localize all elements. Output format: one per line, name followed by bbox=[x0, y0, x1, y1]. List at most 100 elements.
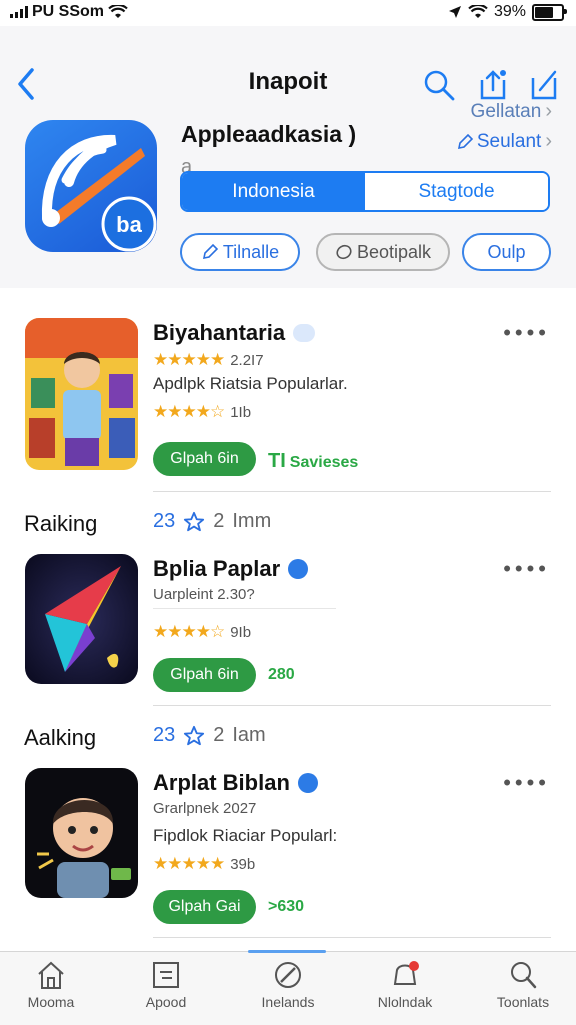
price-tag: 280 bbox=[268, 666, 295, 683]
placeholder-line bbox=[153, 608, 336, 609]
item-subtitle: Grarlpnek 2027 bbox=[153, 800, 257, 817]
divider bbox=[153, 491, 551, 492]
more-icon[interactable]: •••• bbox=[503, 556, 550, 582]
segment-stagtode[interactable]: Stagtode bbox=[365, 173, 548, 210]
game-thumbnail bbox=[25, 554, 138, 684]
star-outline-icon bbox=[184, 511, 205, 531]
stars-glyphs: ★★★★★ bbox=[153, 350, 225, 369]
game-thumbnail bbox=[25, 318, 138, 470]
tab-apood[interactable]: Apood bbox=[118, 960, 214, 1010]
app-header: Inapoit ba Appleaadkasia ) a Gellatan › … bbox=[0, 26, 576, 288]
segment-indonesia[interactable]: Indonesia bbox=[182, 173, 365, 210]
services-tag: TI Savieses bbox=[268, 450, 358, 473]
rank-unit: Imm bbox=[232, 510, 272, 532]
divider bbox=[153, 937, 551, 938]
get-button[interactable]: Glpah 6in bbox=[153, 658, 256, 692]
signal-icon bbox=[10, 6, 28, 18]
tab-label: Nlolndak bbox=[377, 994, 433, 1010]
tab-label: Mooma bbox=[27, 994, 75, 1010]
rank-value: 2 bbox=[213, 724, 225, 746]
gellatan-link[interactable]: Gellatan › bbox=[471, 100, 552, 123]
battery-icon bbox=[532, 3, 567, 21]
compass-icon bbox=[275, 962, 301, 988]
ranking-meta: 23 2 Imm bbox=[153, 510, 271, 533]
item-title-text: Biyahantaria bbox=[153, 320, 286, 345]
location-icon bbox=[448, 6, 461, 18]
svg-text:ba: ba bbox=[116, 212, 142, 237]
wifi-icon bbox=[468, 5, 488, 18]
tab-inelands[interactable]: Inelands bbox=[240, 960, 336, 1010]
rating-stars: ★★★★☆ 9Ib bbox=[153, 622, 251, 642]
share-icon[interactable] bbox=[476, 68, 510, 102]
get-button[interactable]: Glpah Gai bbox=[153, 890, 256, 924]
app-name: Appleaadkasia ) bbox=[181, 121, 357, 147]
tag-icon: TI bbox=[268, 450, 286, 472]
item-title: Arplat Biblan bbox=[153, 770, 318, 796]
item-title-text: Arplat Biblan bbox=[153, 770, 290, 795]
tab-mooma[interactable]: Mooma bbox=[3, 960, 99, 1010]
tab-bar: Mooma Apood Inelands Nlolndak Toonlats bbox=[0, 950, 576, 1025]
item-title-text: Bplia Paplar bbox=[153, 556, 281, 581]
seulant-link[interactable]: Seulant › bbox=[457, 130, 552, 153]
carrier-label: PU SSom bbox=[32, 3, 105, 20]
search-icon[interactable] bbox=[422, 68, 456, 102]
edit-icon[interactable] bbox=[527, 68, 561, 102]
tag-icon bbox=[336, 244, 352, 260]
pencil-icon bbox=[202, 243, 218, 260]
ranking-label: Raiking bbox=[24, 511, 98, 536]
wifi-icon bbox=[108, 5, 128, 18]
item-description: Apdlpk Riatsia Popularlar. bbox=[153, 374, 348, 393]
tab-label: Inelands bbox=[261, 994, 315, 1010]
app-icon: ba bbox=[25, 120, 157, 252]
ranking-meta: 23 2 Iam bbox=[153, 724, 266, 747]
item-title: Biyahantaria bbox=[153, 320, 316, 346]
item-description: Fipdlok Riaciar Popularl: bbox=[153, 826, 338, 845]
chip-label: Oulp bbox=[487, 241, 526, 262]
item-title: Bplia Paplar bbox=[153, 556, 309, 582]
stars-glyphs: ★★★★☆ bbox=[153, 402, 225, 421]
rating-count: 9Ib bbox=[230, 624, 252, 641]
more-icon[interactable]: •••• bbox=[503, 320, 550, 346]
apps-icon bbox=[153, 962, 179, 988]
chip-tilnalle[interactable]: Tilnalle bbox=[180, 233, 300, 271]
home-icon bbox=[38, 961, 64, 989]
star-outline-icon bbox=[184, 725, 205, 745]
stars-glyphs: ★★★★★ bbox=[153, 854, 225, 873]
divider bbox=[153, 705, 551, 706]
verified-icon bbox=[297, 773, 318, 793]
item-subtitle: Uarpleint 2.30? bbox=[153, 586, 255, 603]
rating-value: 2.2I7 bbox=[230, 352, 264, 369]
rank-number: 23 bbox=[153, 510, 176, 532]
get-button[interactable]: Glpah 6in bbox=[153, 442, 256, 476]
chip-oulp[interactable]: Oulp bbox=[462, 233, 551, 271]
ranking-label: Aalking bbox=[24, 725, 97, 750]
tag-icon bbox=[457, 133, 473, 149]
chip-label: Tilnalle bbox=[222, 241, 280, 262]
rank-value: 2 bbox=[213, 510, 225, 532]
tab-label: Toonlats bbox=[496, 994, 550, 1010]
region-segmented-control: Indonesia Stagtode bbox=[180, 171, 550, 212]
rating-stars: ★★★★☆ 1Ib bbox=[153, 402, 251, 422]
rating-stars: ★★★★★ 2.2I7 bbox=[153, 350, 264, 370]
rating-stars: ★★★★★ 39b bbox=[153, 854, 255, 874]
tab-indicator bbox=[248, 950, 326, 953]
stars-glyphs: ★★★★☆ bbox=[153, 622, 225, 641]
gellatan-label: Gellatan bbox=[470, 100, 542, 122]
tab-label: Apood bbox=[145, 994, 187, 1010]
chevron-right-icon: › bbox=[545, 100, 552, 122]
verified-icon bbox=[288, 559, 309, 579]
battery-label: 39% bbox=[493, 3, 526, 20]
rank-unit: Iam bbox=[232, 724, 266, 746]
notification-icon bbox=[393, 961, 419, 985]
more-icon[interactable]: •••• bbox=[503, 770, 550, 796]
status-bar: PU SSom 39% bbox=[0, 0, 576, 26]
game-thumbnail bbox=[25, 768, 138, 898]
chip-beotipalk[interactable]: Beotipalk bbox=[316, 233, 450, 271]
tab-nlolndak[interactable]: Nlolndak bbox=[357, 960, 453, 1010]
tab-toonlats[interactable]: Toonlats bbox=[475, 960, 571, 1010]
rating-count: 39b bbox=[230, 856, 256, 873]
chevron-right-icon: › bbox=[545, 130, 552, 152]
chip-label: Beotipalk bbox=[356, 241, 432, 262]
price-tag: >630 bbox=[268, 898, 305, 915]
search-icon bbox=[511, 962, 537, 989]
